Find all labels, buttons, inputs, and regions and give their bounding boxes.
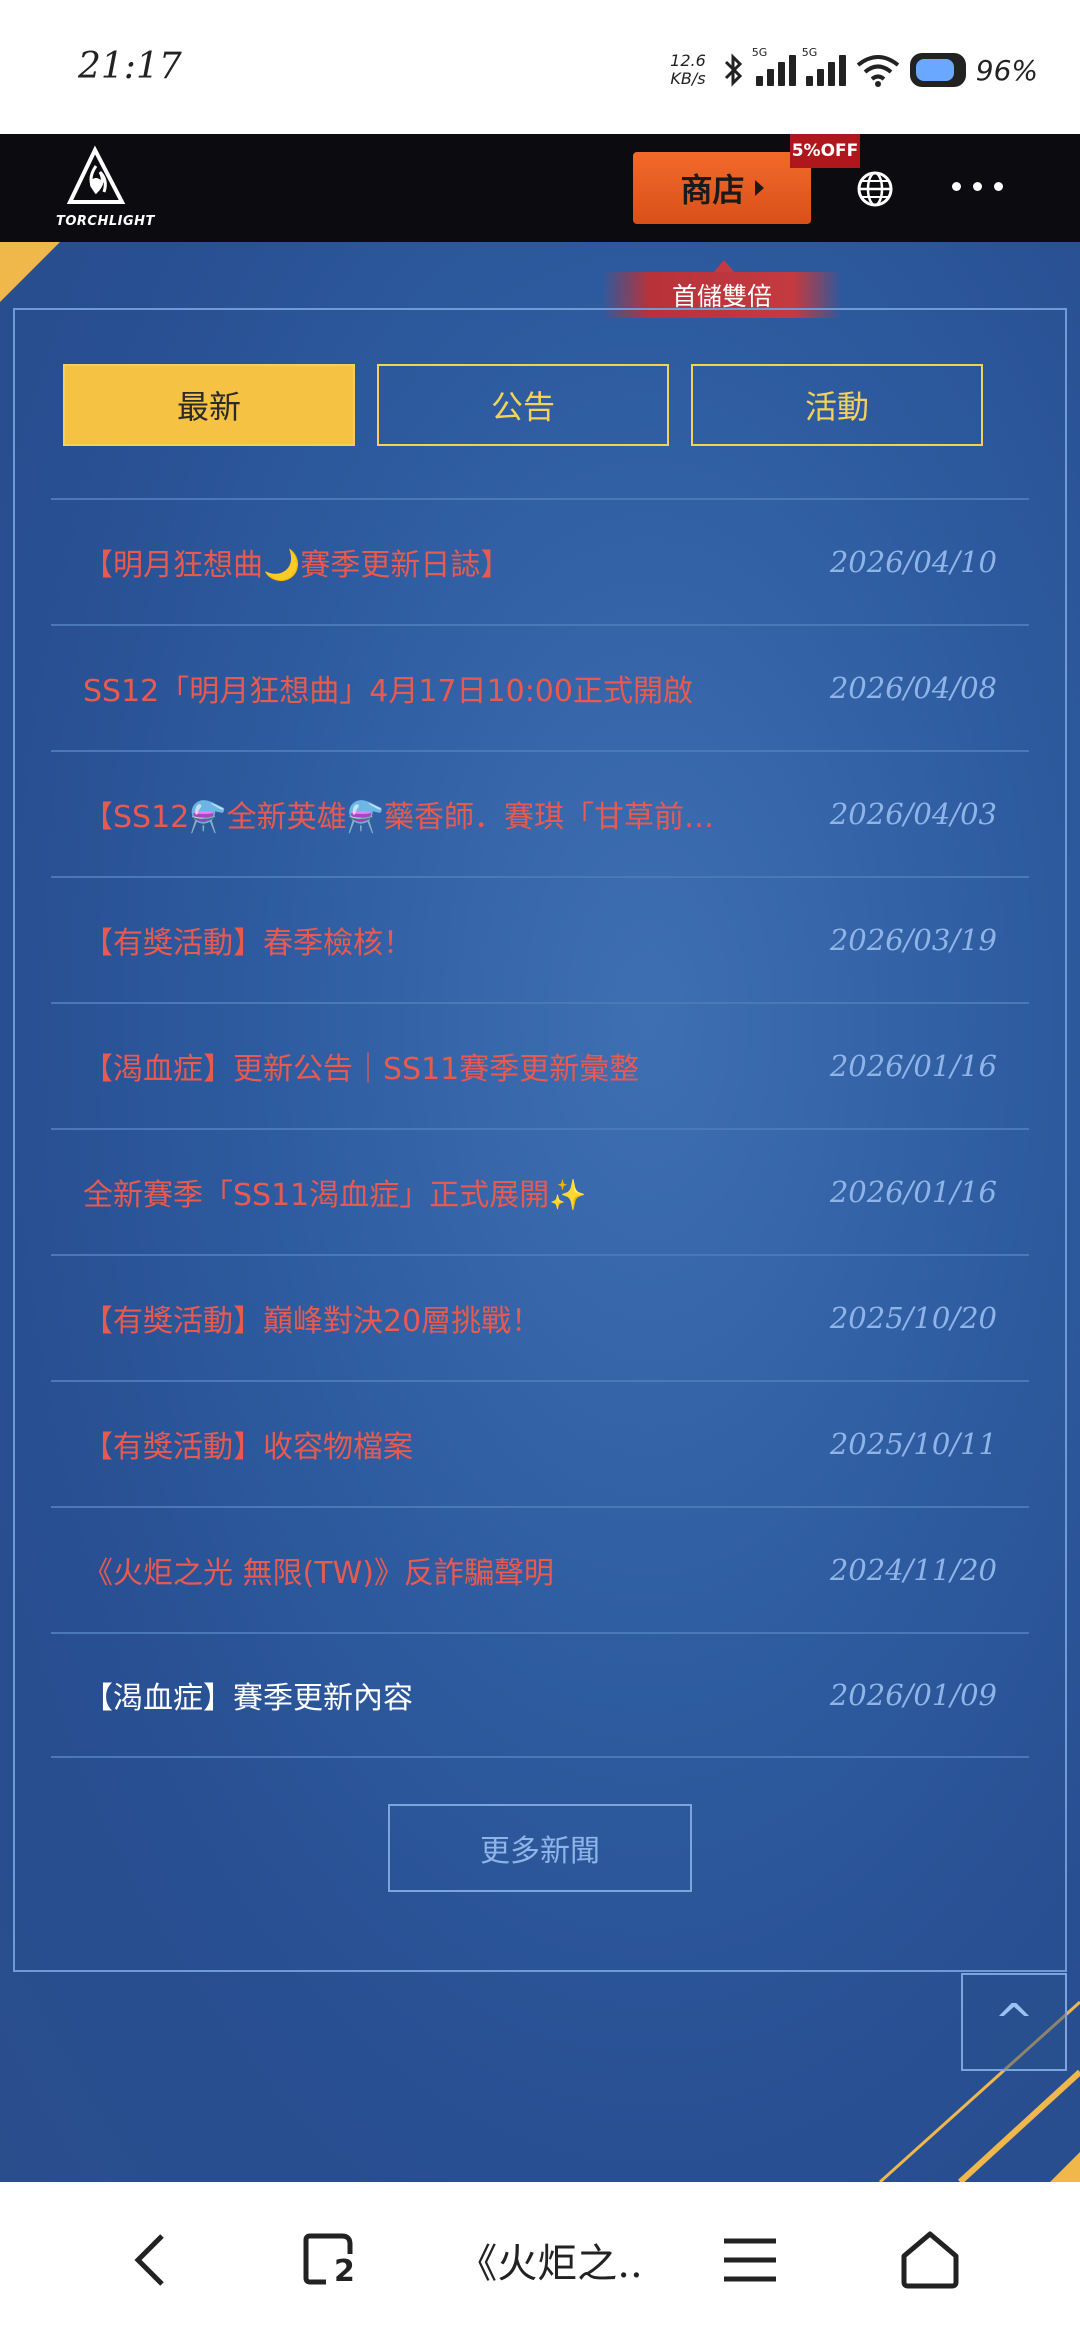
battery-icon xyxy=(909,53,966,87)
home-icon xyxy=(901,2231,959,2289)
more-news-button[interactable]: 更多新聞 xyxy=(388,1804,692,1892)
chevron-right-icon xyxy=(754,180,764,196)
back-button[interactable] xyxy=(110,2220,190,2300)
news-item[interactable]: 【渴血症】賽季更新內容 2026/01/09 xyxy=(51,1632,1029,1758)
browser-bottom-bar: 2 《火炬之.. xyxy=(0,2182,1080,2339)
more-menu-icon[interactable] xyxy=(952,182,1003,191)
news-title: 【有獎活動】春季檢核！ xyxy=(83,926,413,961)
shop-button[interactable]: 商店 xyxy=(633,152,811,224)
news-title: SS12「明月狂想曲」4月17日10:00正式開啟 xyxy=(83,674,693,709)
news-title: 【明月狂想曲🌙賽季更新日誌】 xyxy=(83,548,511,583)
tab-count: 2 xyxy=(334,2254,355,2289)
news-item[interactable]: 《火炬之光 無限(TW)》反詐騙聲明 2024/11/20 xyxy=(51,1506,1029,1632)
news-item[interactable]: 【有獎活動】巔峰對決20層挑戰！ 2025/10/20 xyxy=(51,1254,1029,1380)
news-title: 【渴血症】賽季更新內容 xyxy=(83,1681,413,1716)
back-to-top-button[interactable]: ^ xyxy=(961,1973,1067,2071)
site-header: TORCHLIGHT 商店 5%OFF xyxy=(0,134,1080,242)
news-date: 2026/01/09 xyxy=(829,1678,997,1712)
news-date: 2026/04/08 xyxy=(829,671,997,705)
news-date: 2026/04/03 xyxy=(829,797,997,831)
wifi-icon xyxy=(856,55,900,87)
news-title: 《火炬之光 無限(TW)》反詐騙聲明 xyxy=(83,1556,554,1591)
news-section: 首儲雙倍 最新 公告 活動 【明月狂想曲🌙賽季更新日誌】 2026/04/10 … xyxy=(0,242,1080,2182)
news-date: 2025/10/11 xyxy=(829,1427,997,1461)
status-time: 21:17 xyxy=(78,46,182,87)
news-item[interactable]: 【有獎活動】收容物檔案 2025/10/11 xyxy=(51,1380,1029,1506)
news-title: 【SS12⚗️全新英雄⚗️藥香師．賽琪「甘草前… xyxy=(83,800,714,835)
news-item[interactable]: 全新賽季「SS11渴血症」正式展開✨ 2026/01/16 xyxy=(51,1128,1029,1254)
news-list: 【明月狂想曲🌙賽季更新日誌】 2026/04/10 SS12「明月狂想曲」4月1… xyxy=(51,498,1029,1758)
news-title: 【渴血症】更新公告｜SS11賽季更新彙整 xyxy=(83,1052,640,1087)
net-speed: 12.6 KB/s xyxy=(670,51,706,88)
bluetooth-icon xyxy=(724,53,742,87)
chevron-up-icon: ^ xyxy=(993,1994,1035,2050)
signal-icon-1: 5G xyxy=(752,46,796,86)
status-icons: 12.6 KB/s 5G 5G 96% xyxy=(670,46,1038,92)
news-tabs: 最新 公告 活動 xyxy=(63,364,983,446)
news-item[interactable]: 【SS12⚗️全新英雄⚗️藥香師．賽琪「甘草前… 2026/04/03 xyxy=(51,750,1029,876)
page-title-button[interactable]: 《火炬之.. xyxy=(440,2220,660,2300)
shop-label: 商店 xyxy=(680,171,745,209)
news-title: 【有獎活動】巔峰對決20層挑戰！ xyxy=(83,1304,542,1339)
news-date: 2026/03/19 xyxy=(829,923,997,957)
logo-text: TORCHLIGHT xyxy=(56,214,155,229)
tabs-button[interactable]: 2 xyxy=(290,2220,370,2300)
news-item[interactable]: 【有獎活動】春季檢核！ 2026/03/19 xyxy=(51,876,1029,1002)
news-title: 【有獎活動】收容物檔案 xyxy=(83,1430,413,1465)
news-panel: 最新 公告 活動 【明月狂想曲🌙賽季更新日誌】 2026/04/10 SS12「… xyxy=(13,308,1067,1972)
corner-decoration xyxy=(0,242,60,302)
news-item[interactable]: 【渴血症】更新公告｜SS11賽季更新彙整 2026/01/16 xyxy=(51,1002,1029,1128)
tab-latest[interactable]: 最新 xyxy=(63,364,355,446)
tab-events[interactable]: 活動 xyxy=(691,364,983,446)
news-date: 2024/11/20 xyxy=(829,1553,997,1587)
hamburger-icon xyxy=(724,2238,776,2282)
discount-badge: 5%OFF xyxy=(790,134,860,168)
news-item[interactable]: 【明月狂想曲🌙賽季更新日誌】 2026/04/10 xyxy=(51,498,1029,624)
news-date: 2026/04/10 xyxy=(829,545,997,579)
chevron-left-icon xyxy=(134,2234,164,2286)
news-date: 2026/01/16 xyxy=(829,1049,997,1083)
news-date: 2025/10/20 xyxy=(829,1301,997,1335)
battery-percent: 96% xyxy=(975,53,1038,87)
news-date: 2026/01/16 xyxy=(829,1175,997,1209)
menu-button[interactable] xyxy=(710,2220,790,2300)
home-button[interactable] xyxy=(890,2220,970,2300)
news-title: 全新賽季「SS11渴血症」正式展開✨ xyxy=(83,1178,587,1213)
globe-icon[interactable] xyxy=(856,170,894,208)
tab-announcements[interactable]: 公告 xyxy=(377,364,669,446)
news-item[interactable]: SS12「明月狂想曲」4月17日10:00正式開啟 2026/04/08 xyxy=(51,624,1029,750)
signal-icon-2: 5G xyxy=(802,46,846,86)
status-bar: 21:17 12.6 KB/s 5G 5G 96% xyxy=(0,0,1080,134)
